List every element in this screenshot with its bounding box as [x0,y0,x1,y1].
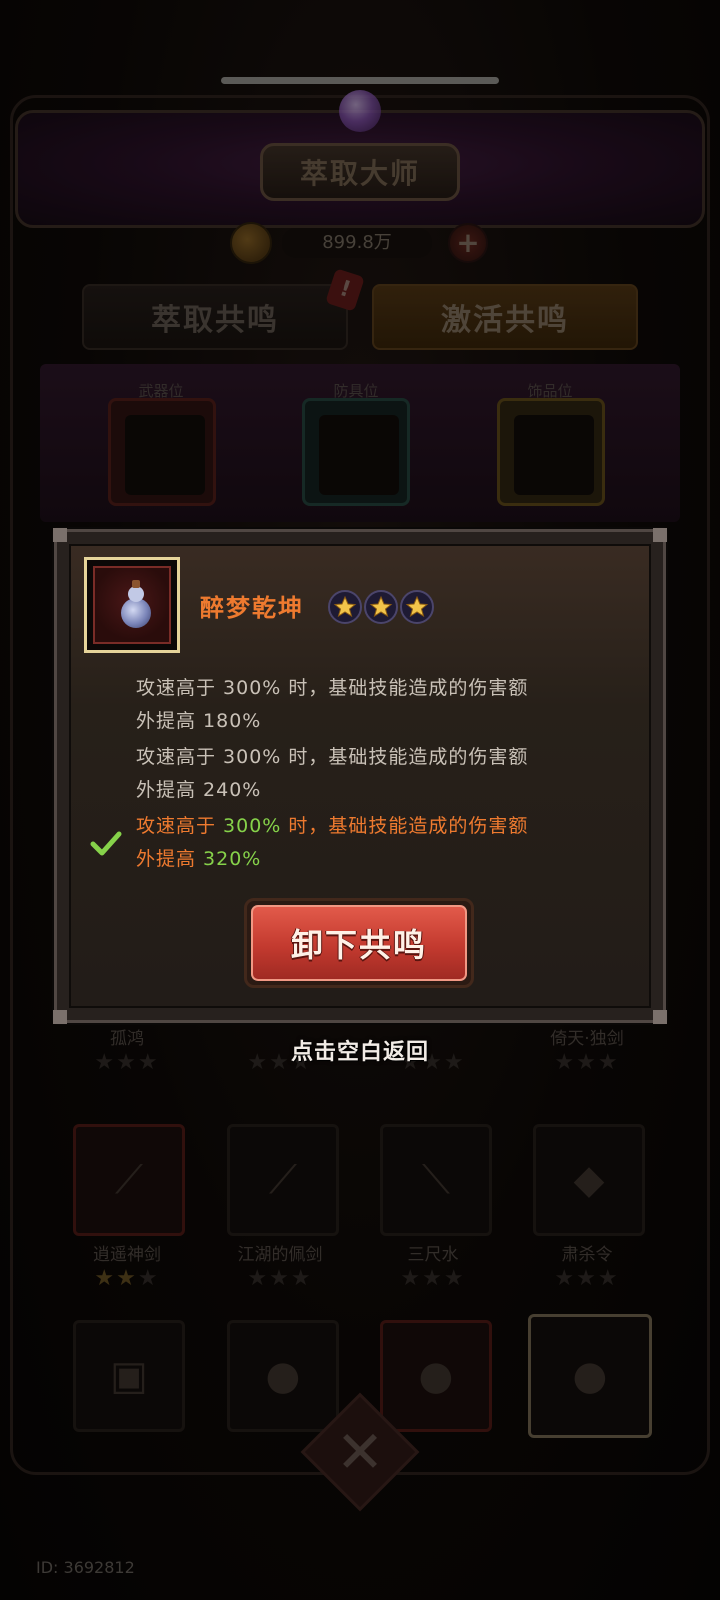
check-icon [90,831,122,856]
effect-tier-3-active: 攻速高于 300% 时，基础技能造成的伤害额 外提高 320% [136,810,616,876]
corner-ornament [653,1010,667,1024]
item-portrait [84,557,180,653]
item-name: 醉梦乾坤 [200,594,304,622]
unequip-resonance-button[interactable]: 卸下共鸣 [244,898,474,988]
corner-ornament [653,528,667,542]
button-face: 卸下共鸣 [251,905,467,981]
effect-tier-2: 攻速高于 300% 时，基础技能造成的伤害额 外提高 240% [136,741,616,807]
item-portrait-frame [93,566,171,644]
effect-line: 攻速高于 300% 时，基础技能造成的伤害额 [136,815,529,837]
star-icon [364,590,398,624]
corner-ornament [53,1010,67,1024]
effect-line: 外提高 180% [136,710,262,732]
star-icon [400,590,434,624]
button-label: 卸下共鸣 [290,926,427,964]
effect-line: 外提高 240% [136,779,262,801]
corner-ornament [53,528,67,542]
effect-line: 攻速高于 300% 时，基础技能造成的伤害额 [136,677,529,699]
effect-line: 外提高 320% [136,848,262,870]
tap-to-return-hint: 点击空白返回 [290,1040,429,1065]
game-screen: 萃取大师 899.8万 + 萃取共鸣 激活共鸣 ! 武器位 防具位 饰品位 孤鸿… [0,0,720,1600]
gourd-icon [121,580,151,632]
effect-line: 攻速高于 300% 时，基础技能造成的伤害额 [136,746,529,768]
effect-tier-1: 攻速高于 300% 时，基础技能造成的伤害额 外提高 180% [136,672,616,738]
star-icon [328,590,362,624]
